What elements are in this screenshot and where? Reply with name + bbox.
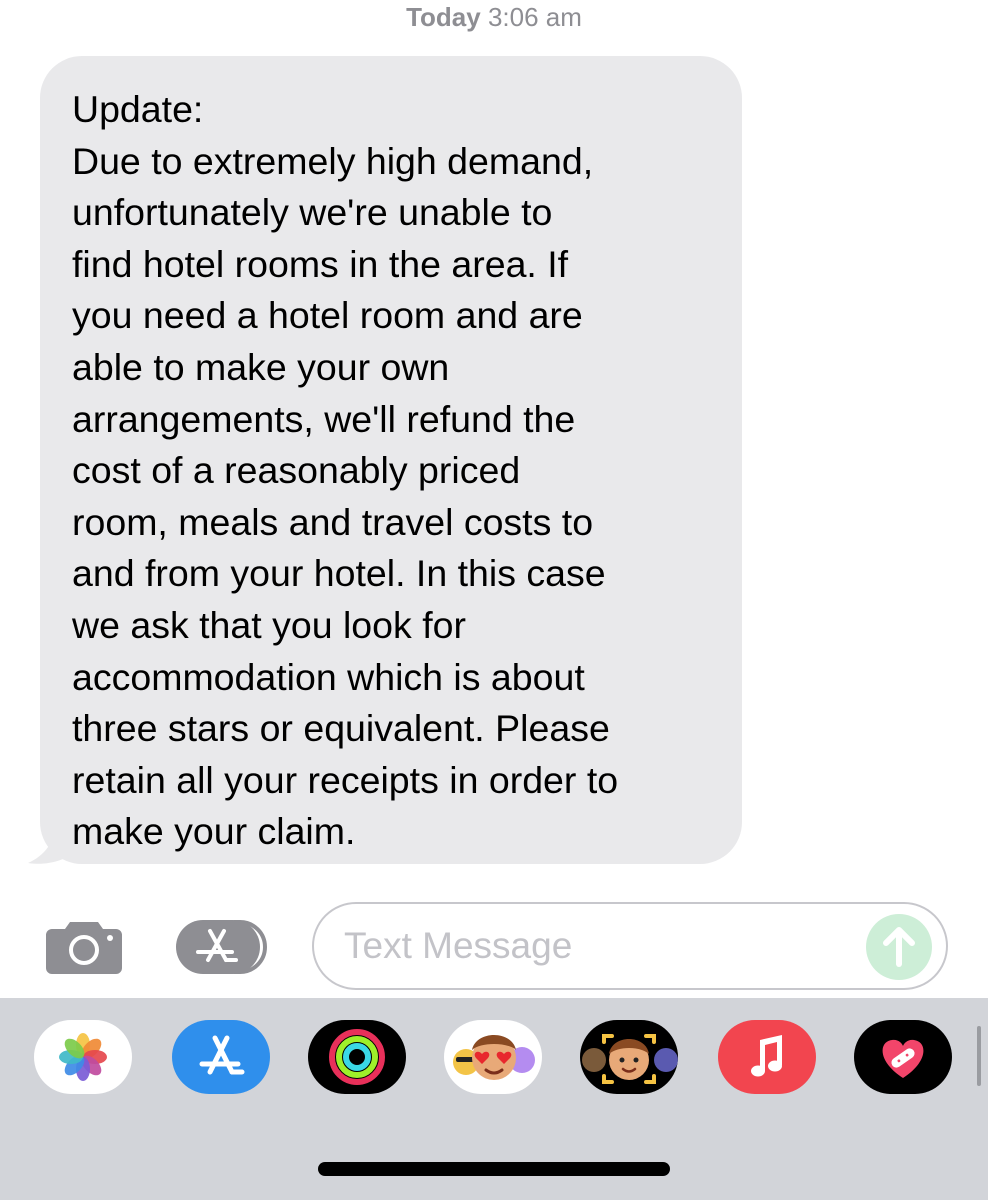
app-drawer [0,998,988,1200]
message-line: cost of a reasonably priced [72,449,521,492]
apps-button[interactable] [174,918,270,976]
message-line: you need a hotel room and are [72,294,583,337]
message-line: and from your hotel. In this case [72,552,606,595]
camera-button[interactable] [44,916,124,976]
message-line: Update: [72,88,204,130]
message-timestamp: Today 3:06 am [0,0,988,34]
message-line: three stars or equivalent. Please [72,707,610,750]
music-app-icon[interactable] [718,1020,816,1094]
message-line: Due to extremely high demand, [72,139,594,182]
message-line: arrangements, we'll refund the [72,397,576,440]
timestamp-day: Today [406,2,481,32]
message-line: find hotel rooms in the area. If [72,242,569,285]
app-store-app-icon[interactable] [172,1020,270,1094]
animoji-app-icon[interactable] [580,1020,678,1094]
photos-app-icon[interactable] [34,1020,132,1094]
message-line: we ask that you look for [72,603,466,646]
app-store-icon [176,920,267,974]
timestamp-time: 3:06 am [487,2,582,32]
heart-app-icon[interactable] [854,1020,952,1094]
message-line: make your claim. [72,810,356,853]
camera-icon [46,922,122,974]
message-composer [0,900,988,992]
message-input-field[interactable] [312,902,948,990]
message-line: accommodation which is about [72,655,585,698]
activity-app-icon[interactable] [308,1020,406,1094]
incoming-message-bubble[interactable]: Update: Due to extremely high demand, un… [40,56,742,864]
message-line: unfortunately we're unable to [72,191,553,234]
arrow-up-icon [883,927,915,967]
message-line: room, meals and travel costs to [72,500,594,543]
home-indicator[interactable] [318,1162,670,1176]
drawer-scroll-indicator[interactable] [977,1026,981,1086]
message-input[interactable] [344,912,864,980]
memoji-stickers-app-icon[interactable] [444,1020,542,1094]
message-line: retain all your receipts in order to [72,758,619,801]
message-text: Update: Due to extremely high demand, un… [72,84,722,858]
message-line: able to make your own [72,345,450,388]
send-button[interactable] [866,914,932,980]
